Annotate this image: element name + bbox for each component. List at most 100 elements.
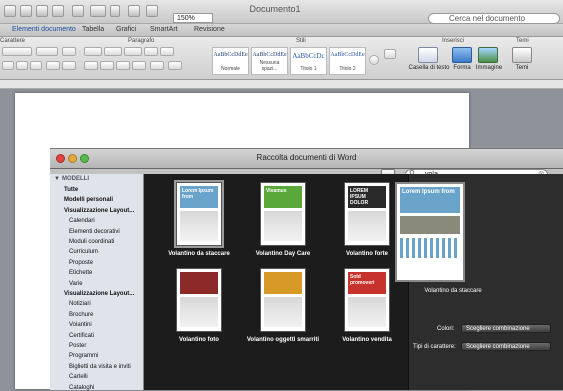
numbering-icon[interactable] <box>104 47 122 56</box>
sidebar-item[interactable]: Etichette <box>69 270 92 276</box>
style-sample: AaBbCcDdEe <box>252 52 287 58</box>
tab-revisione[interactable]: Revisione <box>194 26 225 33</box>
style-nessuna-spaziatura[interactable]: AaBbCcDdEe Nessuna spazi... <box>251 47 288 75</box>
template-thumbnail[interactable]: Vivamus <box>260 182 306 246</box>
tab-grafici[interactable]: Grafici <box>116 26 136 33</box>
fonts-select[interactable]: Scegliere combinazione <box>461 342 551 351</box>
italic-icon[interactable] <box>16 61 28 70</box>
undo-icon[interactable] <box>90 5 106 17</box>
font-color-icon[interactable] <box>62 61 76 70</box>
sidebar-item[interactable]: Modelli personali <box>64 197 113 203</box>
thumbnail-body <box>348 211 386 241</box>
dialog-titlebar: Raccolta documenti di Word <box>50 149 563 169</box>
grow-font-icon[interactable] <box>62 47 76 56</box>
sidebar-item[interactable]: Moduli coordinati <box>69 239 114 245</box>
tab-tabella[interactable]: Tabella <box>82 26 104 33</box>
gallery-icon[interactable] <box>128 5 140 17</box>
template-label[interactable]: Volantino vendita <box>327 337 407 343</box>
style-titolo-2[interactable]: AaBbCcDdEe Titolo 2 <box>329 47 366 75</box>
bold-icon[interactable] <box>2 61 14 70</box>
sidebar-item[interactable]: Poster <box>69 343 86 349</box>
sidebar-section-header: MODELLI <box>62 176 89 182</box>
search-input[interactable]: Cerca nel documento <box>428 13 560 24</box>
horizontal-ruler[interactable] <box>0 80 563 89</box>
bullets-icon[interactable] <box>84 47 102 56</box>
font-name-select[interactable] <box>2 47 32 56</box>
colors-label: Colori: <box>437 326 455 332</box>
sidebar-item[interactable]: Cartelli <box>69 374 88 380</box>
fonts-label: Tipi di carattere: <box>413 344 456 350</box>
template-gallery: Lorem Ipsum from Volantino da staccare Viv… <box>144 174 408 390</box>
style-name: Titolo 2 <box>339 66 356 72</box>
borders-icon[interactable] <box>168 61 182 70</box>
template-label[interactable]: Volantino oggetti smarriti <box>243 337 323 343</box>
tab-elementi-documento[interactable]: Elementi documento <box>12 26 76 33</box>
sidebar-item[interactable]: Visualizzazione Layout... <box>64 291 134 297</box>
sidebar-icon[interactable] <box>146 5 158 17</box>
align-center-icon[interactable] <box>100 61 114 70</box>
sidebar-item[interactable]: Calendari <box>69 218 95 224</box>
open-icon[interactable] <box>36 5 48 17</box>
zoom-icon[interactable] <box>80 154 89 163</box>
sidebar-item[interactable]: Brochure <box>69 312 93 318</box>
themes-icon[interactable] <box>512 47 532 63</box>
shape-icon[interactable] <box>452 47 472 63</box>
templates-icon[interactable] <box>20 5 32 17</box>
ribbon-tabs: Elementi documento Tabella Grafici Smart… <box>0 24 563 37</box>
outdent-icon[interactable] <box>144 47 158 56</box>
sidebar-item[interactable]: Biglietti da visita e inviti <box>69 364 131 370</box>
line-spacing-icon[interactable] <box>150 61 164 70</box>
style-titolo-1[interactable]: AaBbCcDc Titolo 1 <box>290 47 327 75</box>
sidebar-item[interactable]: Elementi decorativi <box>69 229 120 235</box>
preview-thumbnail: Lorem Ipsum from <box>395 182 465 282</box>
new-doc-icon[interactable] <box>4 5 16 17</box>
style-normale[interactable]: AaBbCcDdEe Normale <box>212 47 249 75</box>
highlight-icon[interactable] <box>46 61 60 70</box>
align-right-icon[interactable] <box>116 61 130 70</box>
template-label[interactable]: Volantino da staccare <box>159 251 239 257</box>
justify-icon[interactable] <box>132 61 146 70</box>
font-size-select[interactable] <box>36 47 58 56</box>
sidebar-item[interactable]: Volantini <box>69 322 92 328</box>
sidebar-item[interactable]: Notiziari <box>69 301 91 307</box>
disclosure-triangle-icon[interactable]: ▼ <box>54 176 60 182</box>
sidebar-item[interactable]: Varie <box>69 281 83 287</box>
print-icon[interactable] <box>72 5 84 17</box>
window-title: Documento1 <box>249 4 301 14</box>
themes-button[interactable]: Temi <box>506 65 538 71</box>
template-thumbnail[interactable]: Lorem Ipsum from <box>174 180 224 248</box>
template-label[interactable]: Volantino Day Care <box>243 251 323 257</box>
style-name: Titolo 1 <box>300 66 317 72</box>
align-left-icon[interactable] <box>84 61 98 70</box>
indent-icon[interactable] <box>160 47 174 56</box>
paragraph-marks-icon[interactable] <box>110 5 120 17</box>
template-thumbnail[interactable]: Sold promoveri <box>344 268 390 332</box>
sidebar-item[interactable]: Cataloghi <box>69 385 94 391</box>
preview-photo <box>400 216 460 234</box>
template-thumbnail[interactable] <box>176 268 222 332</box>
save-icon[interactable] <box>52 5 64 17</box>
sidebar-item[interactable]: Certificati <box>69 333 94 339</box>
style-name: Normale <box>221 66 240 72</box>
textbox-icon[interactable] <box>418 47 438 63</box>
sidebar-item[interactable]: Curriculum <box>69 249 98 255</box>
tab-smartart[interactable]: SmartArt <box>150 26 178 33</box>
image-button[interactable]: Immagine <box>472 65 506 71</box>
template-thumbnail[interactable] <box>260 268 306 332</box>
multilevel-icon[interactable] <box>124 47 142 56</box>
sidebar-item[interactable]: Visualizzazione Layout... <box>64 208 134 214</box>
template-thumbnail[interactable]: LOREM IPSUM DOLOR <box>344 182 390 246</box>
styles-pane-icon[interactable] <box>384 49 396 59</box>
sidebar-item[interactable]: Proposte <box>69 260 93 266</box>
underline-icon[interactable] <box>30 61 42 70</box>
sidebar-item[interactable]: Programmi <box>69 353 98 359</box>
zoom-field[interactable]: 150% <box>173 13 213 23</box>
styles-next-icon[interactable] <box>369 55 379 65</box>
sidebar-item[interactable]: Tutte <box>64 187 78 193</box>
image-icon[interactable] <box>478 47 498 63</box>
close-icon[interactable] <box>56 154 65 163</box>
template-label[interactable]: Volantino foto <box>159 337 239 343</box>
colors-select[interactable]: Scegliere combinazione <box>461 324 551 333</box>
minimize-icon[interactable] <box>68 154 77 163</box>
thumbnail-body <box>180 211 218 241</box>
